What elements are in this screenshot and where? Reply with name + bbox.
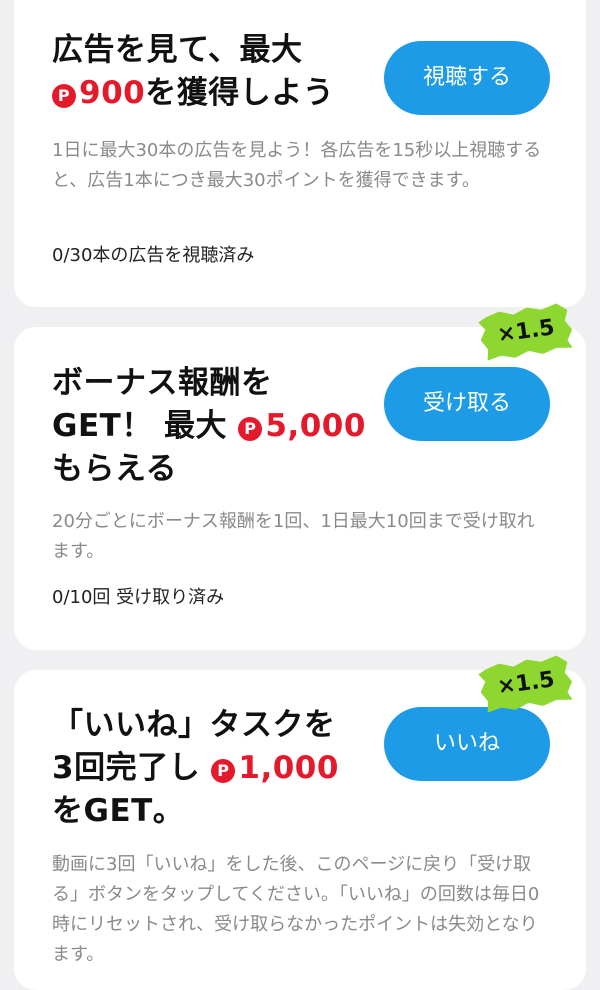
task-description: 動画に3回「いいね」をした後、このページに戻り「受け取る」ボタンをタップしてくだ… <box>52 854 540 965</box>
like-button[interactable]: いいね <box>384 707 550 781</box>
bonus-reward-task-card: ボーナス報酬を GET！ 最大 P 5,000 もらえる 受け取る 20分ごとにボ… <box>14 327 586 650</box>
point-coin-icon: P <box>52 84 76 108</box>
points-amount: 5,000 <box>265 408 366 444</box>
point-coin-icon: P <box>238 417 263 441</box>
points-amount: 900 <box>79 75 146 111</box>
task-title-line: GET！ 最大 P 5,000 <box>52 405 366 448</box>
task-title-line: P 900を獲得しよう <box>52 72 334 115</box>
task-title-line: ボーナス報酬を <box>52 365 273 401</box>
like-task-card: 「いいね」タスクを 3回完了し P 1,000 をGET。 いいね 動画に3回「い… <box>14 670 586 990</box>
task-title-prefix: GET！ 最大 <box>52 408 228 444</box>
task-title-line: もらえる <box>52 451 178 487</box>
task-title: ボーナス報酬を GET！ 最大 P 5,000 もらえる <box>52 362 366 491</box>
task-progress-status: 0/10回 受け取り済み <box>52 587 225 608</box>
points-amount: 1,000 <box>238 750 339 786</box>
task-title-prefix: 3回完了し <box>52 750 201 786</box>
task-progress-status: 0/30本の広告を視聴済み <box>52 245 255 266</box>
task-title: 広告を見て、最大 P 900を獲得しよう <box>52 29 334 115</box>
task-title-line: 3回完了し P 1,000 <box>52 747 339 790</box>
task-title-line: 広告を見て、最大 <box>52 32 303 68</box>
ad-watch-task-card: 広告を見て、最大 P 900を獲得しよう 視聴する 1日に最大30本の広告を見よう… <box>14 0 586 307</box>
task-title-line: 「いいね」タスクを <box>52 707 336 743</box>
task-title: 「いいね」タスクを 3回完了し P 1,000 をGET。 <box>52 704 339 833</box>
watch-button[interactable]: 視聴する <box>384 41 550 115</box>
claim-button[interactable]: 受け取る <box>384 367 550 441</box>
task-description: 20分ごとにボーナス報酬を1回、1日最大10回まで受け取れます。 <box>52 511 535 562</box>
task-description: 1日に最大30本の広告を見よう！各広告を15秒以上視聴すると、広告1本につき最大… <box>52 140 542 191</box>
task-title-suffix: を獲得しよう <box>145 75 335 111</box>
point-coin-icon: P <box>211 759 236 783</box>
task-title-line: をGET。 <box>52 793 185 829</box>
